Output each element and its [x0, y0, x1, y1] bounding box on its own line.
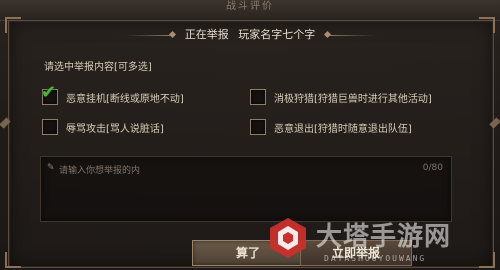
report-header-prefix: 正在举报: [184, 28, 229, 41]
report-input-placeholder: 请输入你想举报的内: [59, 166, 141, 176]
option-label: 消极狩猎[狩猎巨兽时进行其他活动]: [274, 93, 432, 105]
report-text-input[interactable]: ✎ 请输入你想举报的内 0/80: [40, 156, 452, 222]
top-title: 战斗评价: [226, 1, 274, 12]
top-band: 战斗评价: [0, 0, 500, 21]
char-counter: 0/80: [422, 163, 443, 173]
checkbox-malicious-afk[interactable]: ✔: [41, 84, 58, 105]
checkbox-verbal-abuse[interactable]: [42, 119, 58, 135]
report-now-button[interactable]: 立即举报: [300, 240, 412, 266]
option-label: 辱骂攻击[骂人说脏话]: [66, 123, 164, 135]
frame-corner-top-right: [479, 17, 495, 33]
checkmark-icon: ✔: [41, 82, 57, 103]
checkbox-passive-hunting[interactable]: [250, 89, 266, 105]
cancel-button[interactable]: 算了: [192, 240, 304, 266]
option-label: 恶意退出[狩猎时随意退出队伍]: [274, 123, 412, 135]
option-verbal-abuse[interactable]: 辱骂攻击[骂人说脏话]: [42, 119, 164, 135]
report-header: 正在举报 玩家名字七个字: [120, 24, 380, 46]
option-passive-hunting[interactable]: 消极狩猎[狩猎巨兽时进行其他活动]: [250, 89, 432, 105]
checkbox-malicious-quit[interactable]: [250, 119, 266, 135]
report-screen: 战斗评价 正在举报 玩家名字七个字 请选中举报内容[可多选] ✔ 恶意挂机[断线…: [0, 0, 500, 270]
option-malicious-quit[interactable]: 恶意退出[狩猎时随意退出队伍]: [250, 119, 412, 135]
pencil-icon: ✎: [47, 163, 55, 173]
option-label: 恶意挂机[断线或原地不动]: [66, 93, 184, 105]
frame-corner-bottom-left: [5, 252, 21, 268]
option-malicious-afk[interactable]: ✔ 恶意挂机[断线或原地不动]: [41, 84, 184, 105]
header-divider-right: [330, 35, 374, 36]
frame-corner-bottom-right: [479, 252, 495, 268]
header-divider-left: [126, 35, 170, 36]
frame-corner-top-left: [5, 17, 21, 33]
header-diamond-left: [168, 30, 177, 39]
reported-player-name: 玩家名字七个字: [238, 28, 316, 41]
select-hint: 请选中举报内容[可多选]: [44, 62, 152, 73]
